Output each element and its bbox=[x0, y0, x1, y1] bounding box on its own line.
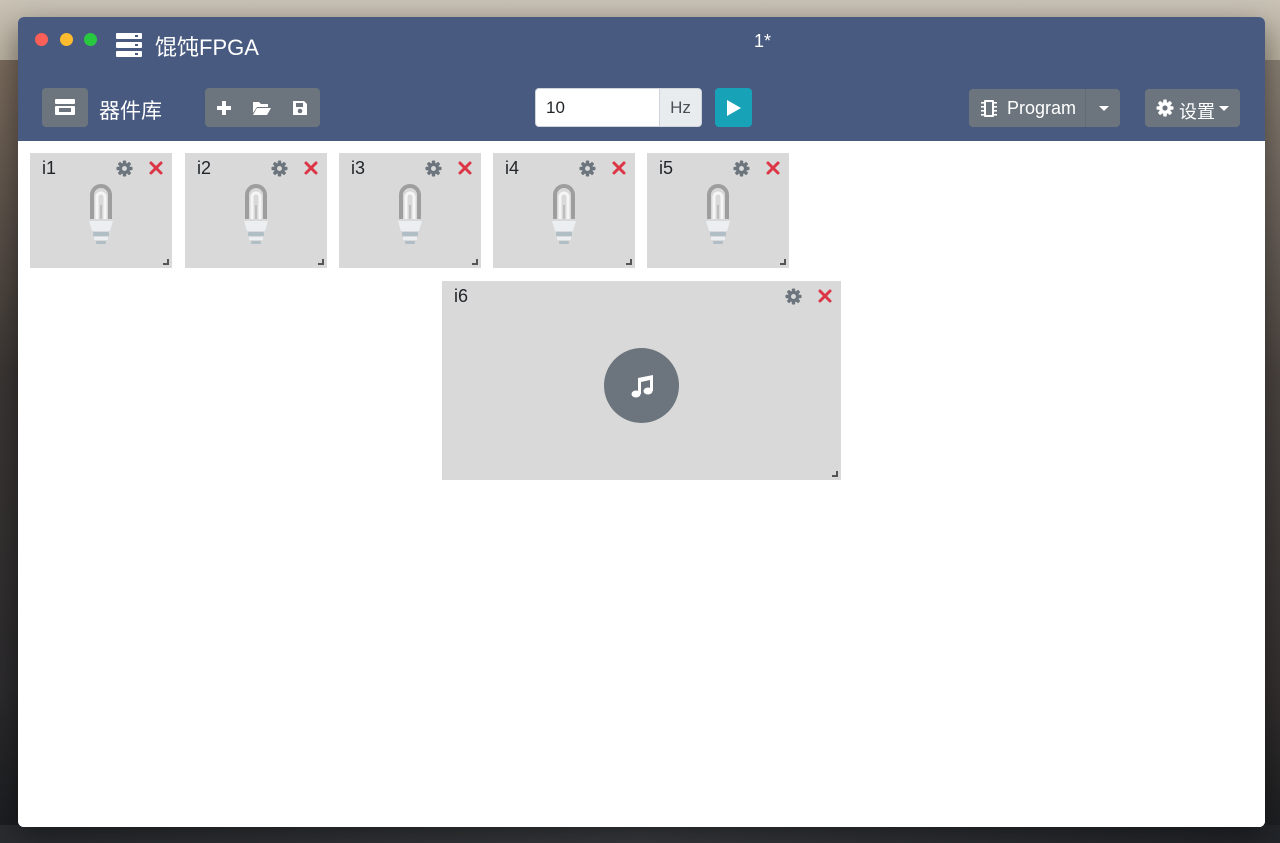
window-close-button[interactable] bbox=[35, 33, 48, 46]
gear-icon[interactable] bbox=[579, 160, 596, 177]
gear-icon[interactable] bbox=[271, 160, 288, 177]
new-project-button[interactable] bbox=[205, 88, 243, 127]
component-card-i1[interactable]: i1 bbox=[30, 153, 172, 268]
chip-icon bbox=[981, 100, 997, 117]
lightbulb-icon bbox=[551, 183, 577, 247]
program-button[interactable]: Program bbox=[969, 89, 1120, 127]
resize-handle[interactable] bbox=[626, 259, 632, 265]
component-card-i2[interactable]: i2 bbox=[185, 153, 327, 268]
resize-handle[interactable] bbox=[832, 471, 838, 477]
window-maximize-button[interactable] bbox=[84, 33, 97, 46]
close-icon[interactable] bbox=[303, 160, 319, 176]
resize-handle[interactable] bbox=[163, 259, 169, 265]
window-minimize-button[interactable] bbox=[60, 33, 73, 46]
settings-dropdown-button[interactable]: 设置 bbox=[1145, 89, 1240, 127]
component-label: i6 bbox=[454, 286, 469, 306]
play-icon bbox=[726, 99, 741, 116]
gear-icon bbox=[1156, 99, 1174, 117]
gear-icon[interactable] bbox=[733, 160, 750, 177]
plus-icon bbox=[217, 100, 231, 115]
settings-dropdown-caret-icon bbox=[1219, 106, 1229, 111]
open-project-button[interactable] bbox=[243, 88, 281, 127]
close-icon[interactable] bbox=[611, 160, 627, 176]
component-card-i4[interactable]: i4 bbox=[493, 153, 635, 268]
program-button-label: Program bbox=[1007, 98, 1077, 118]
frequency-unit-label: Hz bbox=[659, 88, 702, 127]
lightbulb-icon bbox=[705, 183, 731, 247]
frequency-input[interactable] bbox=[535, 88, 660, 127]
document-title: 1* bbox=[754, 31, 772, 51]
lightbulb-icon bbox=[243, 183, 269, 247]
resize-handle[interactable] bbox=[780, 259, 786, 265]
file-button-group bbox=[205, 88, 320, 127]
settings-label: 设置 bbox=[1179, 102, 1215, 122]
server-icon bbox=[116, 33, 142, 57]
component-card-i6[interactable]: i6 bbox=[442, 281, 841, 480]
title-bar: 馄饨FPGA 1* 器件库 10 Hz Program 设置 bbox=[18, 17, 1265, 141]
close-icon[interactable] bbox=[148, 160, 164, 176]
program-dropdown-caret-icon[interactable] bbox=[1099, 106, 1109, 111]
component-label: i4 bbox=[505, 158, 520, 178]
gear-icon[interactable] bbox=[785, 288, 802, 305]
app-title: 馄饨FPGA bbox=[155, 35, 259, 60]
music-note-icon[interactable] bbox=[604, 348, 679, 423]
component-library-label[interactable]: 器件库 bbox=[99, 95, 162, 125]
component-label: i2 bbox=[197, 158, 212, 178]
component-card-i3[interactable]: i3 bbox=[339, 153, 481, 268]
desktop-background-bottom bbox=[0, 825, 1280, 843]
gear-icon[interactable] bbox=[425, 160, 442, 177]
lightbulb-icon bbox=[88, 183, 114, 247]
gear-icon[interactable] bbox=[116, 160, 133, 177]
component-card-i5[interactable]: i5 bbox=[647, 153, 789, 268]
component-label: i1 bbox=[42, 158, 57, 178]
folder-open-icon bbox=[253, 101, 271, 115]
run-button[interactable] bbox=[715, 88, 752, 127]
app-window: 馄饨FPGA 1* 器件库 10 Hz Program 设置 i1 i2 i3 … bbox=[18, 17, 1265, 827]
resize-handle[interactable] bbox=[472, 259, 478, 265]
save-project-button[interactable] bbox=[281, 88, 319, 127]
split-divider bbox=[1085, 89, 1086, 127]
close-icon[interactable] bbox=[457, 160, 473, 176]
component-label: i5 bbox=[659, 158, 674, 178]
save-icon bbox=[293, 100, 307, 115]
store-icon bbox=[55, 99, 75, 115]
lightbulb-icon bbox=[397, 183, 423, 247]
desktop-background-left bbox=[0, 60, 18, 843]
close-icon[interactable] bbox=[817, 288, 833, 304]
component-label: i3 bbox=[351, 158, 366, 178]
close-icon[interactable] bbox=[765, 160, 781, 176]
desktop-background-right bbox=[1264, 60, 1280, 843]
workspace-canvas[interactable]: i1 i2 i3 i4 i5 i6 bbox=[18, 141, 1265, 827]
component-library-button[interactable] bbox=[42, 88, 88, 127]
resize-handle[interactable] bbox=[318, 259, 324, 265]
